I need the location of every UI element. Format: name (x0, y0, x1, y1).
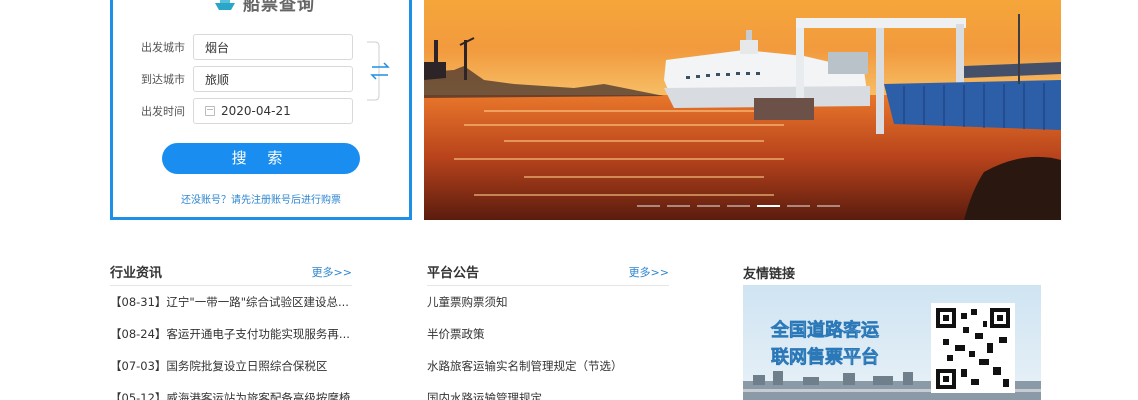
arrival-field[interactable] (193, 66, 353, 92)
search-button[interactable]: 搜 索 (162, 143, 360, 174)
departure-field[interactable] (193, 34, 353, 60)
platform-banner-line1: 全国道路客运 (770, 319, 879, 341)
carousel-dot-active[interactable] (757, 205, 780, 207)
swap-cities-button[interactable] (363, 41, 391, 101)
panel-title: 船票查询 (243, 0, 315, 15)
platform-banner-image: 全国道路客运 联网售票平台 (743, 285, 1041, 400)
carousel-dot[interactable] (817, 205, 840, 207)
industry-news-title: 行业资讯 (110, 266, 163, 281)
date-input[interactable] (221, 104, 352, 118)
announcements-section: 平台公告 更多>> 儿童票购票须知 半价票政策 水路旅客运输实名制管理规定（节选… (427, 258, 669, 400)
announcement-item[interactable]: 国内水路运输管理规定 (427, 382, 669, 400)
arrival-input[interactable] (205, 72, 352, 86)
departure-row: 出发城市 (141, 34, 353, 60)
panel-header: 船票查询 (213, 0, 315, 15)
platform-banner-line2: 联网售票平台 (771, 346, 879, 368)
ticket-platform-link-banner[interactable]: 全国道路客运 联网售票平台 (743, 285, 1041, 400)
news-item[interactable]: 【08-24】客运开通电子支付功能实现服务再... (110, 318, 352, 350)
announcement-item[interactable]: 水路旅客运输实名制管理规定（节选） (427, 350, 669, 382)
carousel-dot[interactable] (697, 205, 720, 207)
news-item[interactable]: 【08-31】辽宁"一带一路"综合试验区建设总... (110, 286, 352, 318)
announcements-list: 儿童票购票须知 半价票政策 水路旅客运输实名制管理规定（节选） 国内水路运输管理… (427, 286, 669, 400)
arrival-row: 到达城市 (141, 66, 353, 92)
industry-news-list: 【08-31】辽宁"一带一路"综合试验区建设总... 【08-24】客运开通电子… (110, 286, 352, 400)
announcements-title: 平台公告 (427, 266, 480, 281)
date-field[interactable] (193, 98, 353, 124)
ship-ticket-logo-icon (213, 0, 237, 11)
carousel-dot[interactable] (727, 205, 750, 207)
swap-arrows-icon (370, 62, 390, 80)
friendly-links-header: 友情链接 (743, 258, 1041, 286)
industry-news-header: 行业资讯 更多>> (110, 258, 352, 286)
carousel-dot[interactable] (667, 205, 690, 207)
departure-label: 出发城市 (141, 41, 185, 54)
calendar-icon (205, 106, 216, 116)
carousel-dot[interactable] (787, 205, 810, 207)
register-link[interactable]: 还没账号？请先注册账号后进行购票 (113, 191, 409, 206)
friendly-links-title: 友情链接 (743, 266, 796, 282)
announcement-item[interactable]: 半价票政策 (427, 318, 669, 350)
industry-news-more-link[interactable]: 更多>> (312, 264, 352, 280)
announcements-header: 平台公告 更多>> (427, 258, 669, 286)
date-label: 出发时间 (141, 105, 185, 118)
banner-image (424, 0, 1061, 220)
news-item[interactable]: 【05-12】威海港客运站为旅客配备高级按摩椅 (110, 382, 352, 400)
date-row: 出发时间 (141, 98, 353, 124)
ticket-search-panel: 船票查询 出发城市 到达城市 出发时间 搜 索 还没账号？请先注册账号后进行购票 (110, 0, 412, 220)
announcements-more-link[interactable]: 更多>> (629, 264, 669, 280)
industry-news-section: 行业资讯 更多>> 【08-31】辽宁"一带一路"综合试验区建设总... 【08… (110, 258, 352, 400)
carousel-indicators (637, 205, 840, 207)
arrival-label: 到达城市 (141, 73, 185, 86)
carousel-dot[interactable] (637, 205, 660, 207)
news-item[interactable]: 【07-03】国务院批复设立日照综合保税区 (110, 350, 352, 382)
banner-carousel[interactable] (424, 0, 1061, 220)
announcement-item[interactable]: 儿童票购票须知 (427, 286, 669, 318)
departure-input[interactable] (205, 40, 352, 54)
